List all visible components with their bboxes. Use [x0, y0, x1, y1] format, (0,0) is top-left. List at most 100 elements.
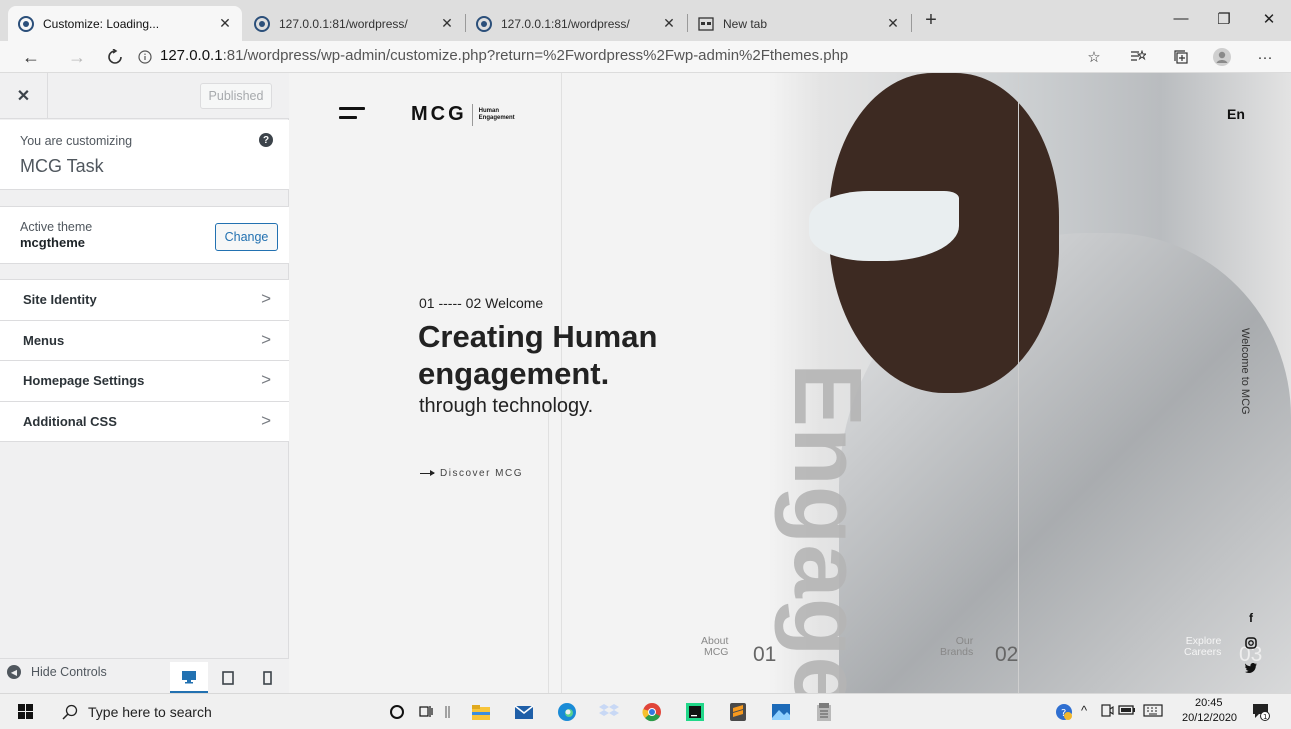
keyboard-icon[interactable] [1143, 703, 1163, 720]
tab-wordpress-2[interactable]: 127.0.0.1:81/wordpress/ ✕ [466, 6, 686, 41]
close-window-icon[interactable]: ✕ [1259, 10, 1279, 28]
favorites-list-icon[interactable] [1128, 47, 1148, 67]
favorite-star-icon[interactable]: ☆ [1084, 47, 1104, 67]
tab-title: New tab [723, 16, 768, 31]
published-button[interactable]: Published [200, 83, 272, 109]
dropbox-icon[interactable] [598, 701, 620, 723]
facebook-icon[interactable]: f [1244, 611, 1258, 625]
instagram-icon[interactable] [1244, 636, 1258, 650]
language-switcher[interactable]: En [1227, 106, 1245, 122]
close-customizer-icon[interactable]: ✕ [0, 73, 48, 118]
collapse-arrow-icon: ◀ [7, 665, 21, 679]
browser-tab-strip: Customize: Loading... ✕ 127.0.0.1:81/wor… [0, 0, 1291, 41]
chrome-icon[interactable] [641, 701, 663, 723]
chevron-right-icon: > [261, 329, 271, 349]
hero-title-line2: engagement. [418, 356, 610, 391]
chevron-right-icon: > [261, 410, 271, 430]
url-host: 127.0.0.1 [160, 47, 223, 64]
archive-app-icon[interactable] [813, 701, 835, 723]
customizer-panel-list: Site Identity > Menus > Homepage Setting… [0, 279, 289, 442]
site-info-icon[interactable] [134, 46, 156, 68]
more-menu-icon[interactable]: ··· [1255, 47, 1275, 67]
vertical-welcome-text: Welcome to MCG [1239, 328, 1251, 415]
nav-brands-link[interactable]: Our Brands [940, 636, 973, 658]
close-tab-icon[interactable]: ✕ [218, 15, 232, 32]
forward-arrow-icon[interactable]: → [66, 46, 88, 68]
panel-site-identity[interactable]: Site Identity > [0, 280, 289, 321]
windows-taskbar: Type here to search ? ^ 20:45 20/12/2020… [0, 693, 1291, 729]
twitter-icon[interactable] [1244, 661, 1258, 675]
hamburger-menu-icon[interactable] [339, 107, 365, 121]
background-word: Engage [774, 363, 881, 693]
active-theme-section: Active theme mcgtheme Change [0, 206, 289, 264]
site-title: MCG Task [20, 156, 104, 176]
minimize-icon[interactable]: — [1171, 10, 1191, 27]
close-tab-icon[interactable]: ✕ [662, 15, 676, 32]
pycharm-icon[interactable] [684, 701, 706, 723]
theme-name: mcgtheme [20, 235, 86, 250]
nav-line2: Careers [1184, 646, 1222, 658]
file-explorer-icon[interactable] [470, 701, 492, 723]
close-tab-icon[interactable]: ✕ [440, 15, 454, 32]
tab-new-tab[interactable]: New tab ✕ [688, 6, 910, 41]
site-logo[interactable]: MCG Human Engagement [411, 103, 515, 126]
nav-careers-link[interactable]: Explore Careers [1184, 636, 1221, 658]
chevron-right-icon: > [261, 370, 271, 389]
close-tab-icon[interactable]: ✕ [886, 15, 900, 32]
help-icon[interactable]: ? [259, 133, 273, 147]
restore-icon[interactable]: ❐ [1214, 10, 1234, 28]
panel-additional-css[interactable]: Additional CSS > [0, 402, 289, 442]
customizing-label: You are customizing [20, 134, 133, 148]
hero-title-line1: Creating Human [418, 319, 658, 354]
logo-tagline-line1: Human [478, 107, 500, 114]
panel-homepage-settings[interactable]: Homepage Settings > [0, 361, 289, 402]
panel-label: Additional CSS [23, 413, 117, 429]
sublime-text-icon[interactable] [727, 701, 749, 723]
nav-number: 01 [753, 643, 777, 666]
hero-kicker: 01 ----- 02 Welcome [419, 295, 544, 311]
panel-menus[interactable]: Menus > [0, 321, 289, 361]
windows-start-icon[interactable] [18, 704, 34, 720]
wordpress-favicon-icon [476, 15, 492, 32]
grid-line [548, 403, 549, 693]
mobile-preview-button[interactable] [248, 662, 286, 694]
mail-icon[interactable] [513, 701, 535, 723]
url-field[interactable]: 127.0.0.1:81/wordpress/wp-admin/customiz… [160, 47, 848, 64]
taskbar-separator-icon [437, 701, 459, 723]
clock-time[interactable]: 20:45 [1195, 697, 1223, 709]
wordpress-favicon-icon [254, 15, 270, 32]
cortana-icon[interactable] [386, 701, 408, 723]
meet-now-icon[interactable] [1100, 703, 1114, 722]
nav-line2: MCG [703, 646, 729, 658]
photos-icon[interactable] [770, 701, 792, 723]
nav-line2: Brands [940, 646, 974, 658]
notification-center-icon[interactable]: 1 [1251, 701, 1271, 724]
clock-date[interactable]: 20/12/2020 [1182, 712, 1237, 724]
svg-text:?: ? [1061, 708, 1066, 719]
battery-icon[interactable] [1118, 703, 1136, 720]
discover-link[interactable]: Discover MCG [420, 468, 523, 479]
hero-subtitle: through technology. [419, 395, 594, 417]
tab-wordpress-1[interactable]: 127.0.0.1:81/wordpress/ ✕ [244, 6, 464, 41]
nav-about-link[interactable]: About MCG [701, 636, 728, 658]
site-preview: MCG Human Engagement En Engage 01 ----- … [289, 73, 1291, 693]
desktop-preview-button[interactable] [170, 662, 208, 694]
logo-tagline-line2: Engagement [478, 114, 515, 121]
task-view-icon[interactable] [415, 701, 437, 723]
hide-controls-button[interactable]: ◀ Hide Controls [7, 665, 107, 679]
new-tab-button[interactable]: + [919, 9, 943, 32]
chevron-up-icon[interactable]: ^ [1081, 703, 1087, 718]
active-theme-label: Active theme [20, 220, 93, 234]
tablet-preview-button[interactable] [209, 662, 247, 694]
new-tab-page-icon [698, 16, 714, 32]
change-theme-button[interactable]: Change [215, 223, 278, 251]
refresh-icon[interactable] [104, 46, 126, 68]
edge-browser-icon[interactable] [556, 701, 578, 723]
taskbar-search-box[interactable]: Type here to search [50, 698, 380, 726]
help-tray-icon[interactable]: ? [1055, 703, 1073, 724]
back-arrow-icon[interactable]: ← [20, 46, 42, 68]
tab-customize[interactable]: Customize: Loading... ✕ [8, 6, 242, 41]
profile-avatar-icon[interactable] [1212, 47, 1232, 67]
customizer-header: ✕ Published [0, 73, 289, 119]
collections-icon[interactable] [1171, 47, 1191, 67]
